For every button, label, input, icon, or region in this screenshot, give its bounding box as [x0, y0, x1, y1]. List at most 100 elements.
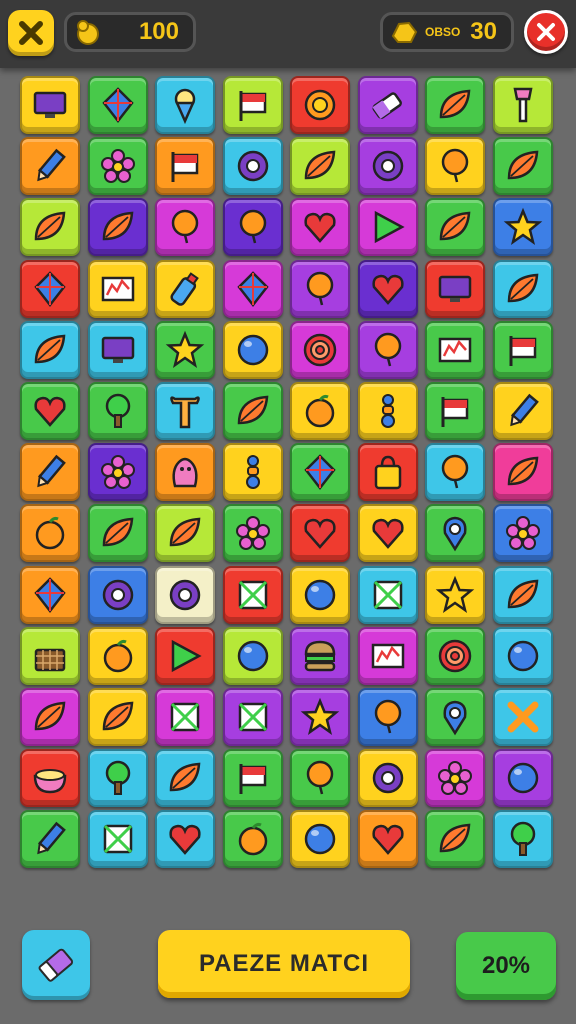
tile-figure[interactable]: [222, 443, 283, 502]
tile-flower[interactable]: [425, 749, 485, 808]
close-button[interactable]: [524, 10, 568, 54]
tile-pin[interactable]: [425, 688, 485, 746]
tile-box[interactable]: [87, 810, 148, 869]
tile-heart[interactable]: [290, 198, 350, 257]
tile-star[interactable]: [290, 688, 350, 746]
tile-bowl[interactable]: [20, 749, 80, 808]
tile-basket[interactable]: [20, 626, 80, 685]
tile-leaf[interactable]: [87, 688, 148, 746]
tile-tree[interactable]: [87, 749, 148, 808]
tile-ring[interactable]: [357, 749, 418, 808]
tile-leaf[interactable]: [492, 259, 553, 318]
tile-balloon[interactable]: [357, 320, 418, 379]
tile-flower[interactable]: [492, 504, 553, 563]
tile-kite[interactable]: [87, 76, 148, 134]
tile-leaf[interactable]: [87, 504, 148, 563]
tile-figure[interactable]: [357, 382, 418, 440]
match-button[interactable]: PAEZE MATCI: [158, 930, 410, 998]
tile-kite[interactable]: [20, 259, 80, 318]
tile-leaf[interactable]: [155, 749, 215, 808]
tile-heart[interactable]: [155, 810, 215, 869]
tile-leaf[interactable]: [492, 137, 553, 196]
tile-play[interactable]: [357, 198, 418, 257]
tile-heart[interactable]: [357, 259, 418, 318]
tile-target[interactable]: [290, 320, 350, 379]
percent-button[interactable]: 20%: [456, 932, 556, 1000]
tile-balloon[interactable]: [357, 688, 418, 746]
tile-box[interactable]: [357, 565, 418, 624]
tile-fruit[interactable]: [222, 810, 283, 869]
tile-leaf[interactable]: [20, 198, 80, 257]
tile-star[interactable]: [155, 320, 215, 379]
tile-ring[interactable]: [87, 565, 148, 624]
tile-flag[interactable]: [492, 320, 553, 379]
tile-flag[interactable]: [425, 382, 485, 440]
tile-balloon[interactable]: [425, 137, 485, 196]
tile-fruit[interactable]: [87, 626, 148, 685]
tile-pen[interactable]: [20, 443, 80, 502]
tile-box[interactable]: [155, 688, 215, 746]
tile-ring[interactable]: [155, 565, 215, 624]
tile-chart[interactable]: [87, 259, 148, 318]
tile-ball[interactable]: [290, 810, 350, 869]
tile-leaf[interactable]: [87, 198, 148, 257]
tile-bone[interactable]: [155, 382, 215, 440]
tile-ball[interactable]: [492, 626, 553, 685]
tile-fruit[interactable]: [20, 504, 80, 563]
tile-burger[interactable]: [290, 626, 350, 685]
tile-heart[interactable]: [20, 382, 80, 440]
tile-pen[interactable]: [492, 382, 553, 440]
tile-balloon[interactable]: [290, 259, 350, 318]
tile-brush[interactable]: [492, 76, 553, 134]
tile-tree[interactable]: [87, 382, 148, 440]
tile-leaf[interactable]: [425, 198, 485, 257]
tile-flower[interactable]: [87, 443, 148, 502]
tile-flag[interactable]: [222, 749, 283, 808]
tile-flower[interactable]: [87, 137, 148, 196]
tile-star[interactable]: [425, 565, 485, 624]
tile-star[interactable]: [492, 198, 553, 257]
tile-monitor[interactable]: [87, 320, 148, 379]
tile-pin[interactable]: [425, 504, 485, 563]
tile-pen[interactable]: [20, 810, 80, 869]
tile-leaf[interactable]: [20, 320, 80, 379]
tile-leaf[interactable]: [492, 565, 553, 624]
tile-leaf[interactable]: [425, 810, 485, 869]
tile-play[interactable]: [155, 626, 215, 685]
tile-heart[interactable]: [290, 504, 350, 563]
tile-bag[interactable]: [357, 443, 418, 502]
menu-button[interactable]: [8, 10, 54, 56]
tile-ball[interactable]: [492, 749, 553, 808]
tile-ball[interactable]: [222, 320, 283, 379]
tile-flag[interactable]: [222, 76, 283, 134]
tile-leaf[interactable]: [155, 504, 215, 563]
tile-flower[interactable]: [222, 504, 283, 563]
tile-box[interactable]: [222, 688, 283, 746]
tile-kite[interactable]: [20, 565, 80, 624]
tile-sun[interactable]: [290, 76, 350, 134]
tile-ball[interactable]: [290, 565, 350, 624]
tile-ring[interactable]: [357, 137, 418, 196]
tile-creature[interactable]: [155, 443, 215, 502]
tile-icecream[interactable]: [155, 76, 215, 134]
tile-monitor[interactable]: [425, 259, 485, 318]
tile-leaf[interactable]: [20, 688, 80, 746]
tile-leaf[interactable]: [425, 76, 485, 134]
tile-bottle[interactable]: [155, 259, 215, 318]
tile-flag[interactable]: [155, 137, 215, 196]
tile-balloon[interactable]: [290, 749, 350, 808]
tile-fruit[interactable]: [290, 382, 350, 440]
tile-leaf[interactable]: [492, 443, 553, 502]
tile-pen[interactable]: [20, 137, 80, 196]
tile-heart[interactable]: [357, 504, 418, 563]
tile-battery[interactable]: [357, 76, 418, 134]
tile-balloon[interactable]: [425, 443, 485, 502]
tile-balloon[interactable]: [222, 198, 283, 257]
tile-kite[interactable]: [222, 259, 283, 318]
tile-balloon[interactable]: [155, 198, 215, 257]
tile-chart[interactable]: [357, 626, 418, 685]
tile-ball[interactable]: [222, 626, 283, 685]
tile-target[interactable]: [425, 626, 485, 685]
tile-chart[interactable]: [425, 320, 485, 379]
tile-ring[interactable]: [222, 137, 283, 196]
